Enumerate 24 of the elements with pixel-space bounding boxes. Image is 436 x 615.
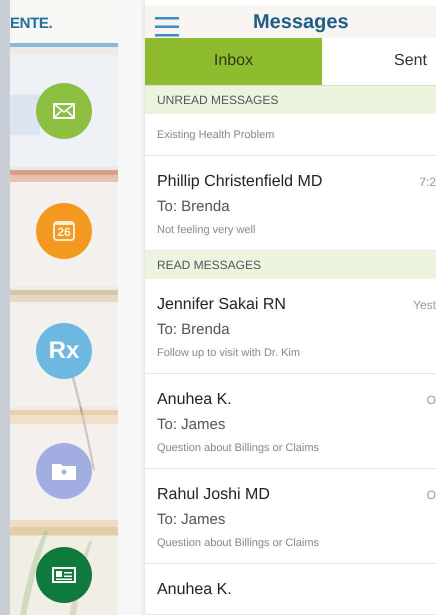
sender-name: Rahul Joshi MD xyxy=(157,485,270,505)
message-subject: Question about Billings or Claims xyxy=(157,440,320,456)
message-time: Yest xyxy=(413,297,436,314)
sender-name: Jennifer Sakai RN xyxy=(157,295,286,315)
recipient: To: Brenda xyxy=(157,320,231,340)
sender-name: Anuhea K. xyxy=(157,580,232,600)
sender-name: Phillip Christenfield MD xyxy=(157,172,322,192)
message-subject: Follow up to visit with Dr. Kim xyxy=(157,346,302,360)
section-header: UNREAD MESSAGES xyxy=(145,86,436,114)
message-time: O xyxy=(426,487,436,504)
menu-icon[interactable] xyxy=(155,16,179,38)
recipient: To: Brenda xyxy=(157,197,231,217)
message-time: 7:2 xyxy=(419,174,436,191)
recipient: To: James xyxy=(157,510,226,530)
section-header: READ MESSAGES xyxy=(145,251,436,279)
message-time: O xyxy=(426,392,436,409)
recipient: To: James xyxy=(157,415,226,435)
tab[interactable]: Inbox xyxy=(145,38,322,84)
sender-name: Anuhea K. xyxy=(157,390,232,410)
logo-text: ENTE. xyxy=(10,14,52,34)
message-subject: Not feeling very well xyxy=(157,222,256,238)
message-subject: Question about Billings or Claims xyxy=(157,536,320,550)
message-subject: Existing Health Problem xyxy=(157,128,276,142)
screen-title: Messages xyxy=(253,10,349,35)
